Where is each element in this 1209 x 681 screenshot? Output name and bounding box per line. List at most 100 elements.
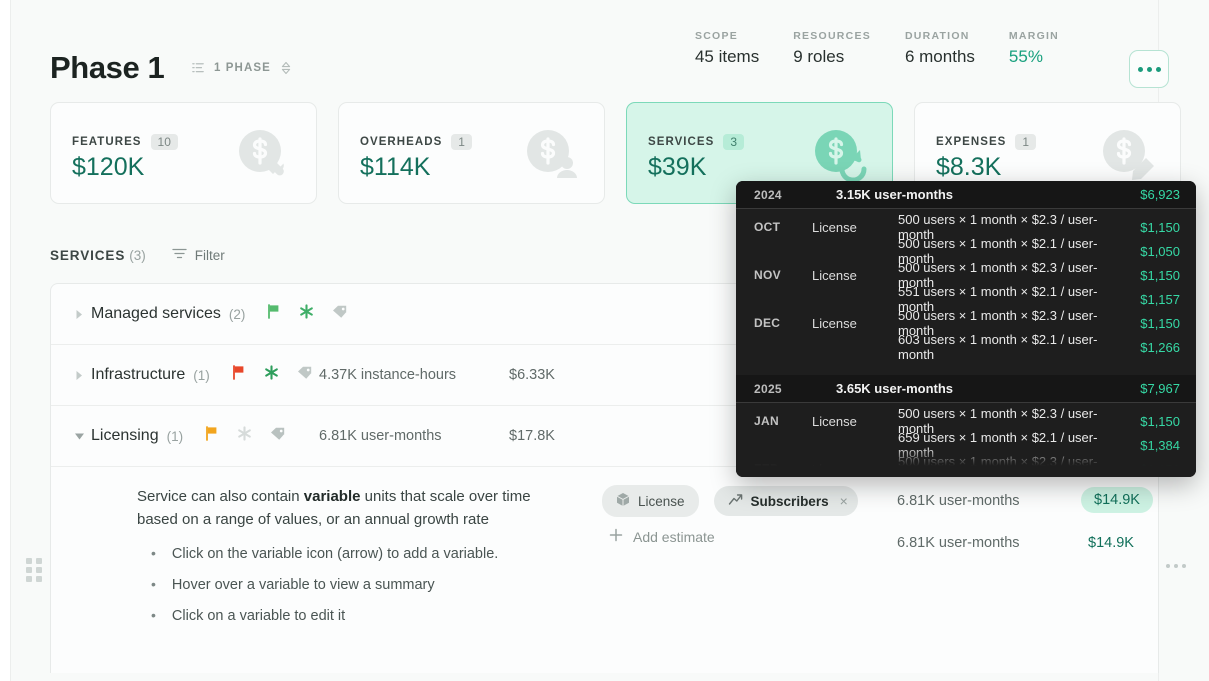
tooltip-amount: $1,150 xyxy=(1126,220,1180,235)
chevron-down-icon[interactable] xyxy=(69,432,89,441)
detail-description: Service can also contain variable units … xyxy=(137,485,557,531)
group-total: $6.33K xyxy=(509,367,555,383)
asterisk-icon[interactable] xyxy=(264,365,279,385)
card-value: $8.3K xyxy=(936,153,1001,182)
app-root: Phase 1 1 PHASE SCOPE 45 items xyxy=(0,0,1209,681)
tooltip-amount: $1,150 xyxy=(1126,414,1180,429)
tooltip-year-units: 3.65K user-months xyxy=(836,381,1140,396)
flag-icon[interactable] xyxy=(232,365,246,385)
card-count-badge: 10 xyxy=(151,134,178,150)
metric-scope: SCOPE 45 items xyxy=(695,30,759,67)
card-value: $114K xyxy=(360,153,430,182)
tooltip-amount: $1,050 xyxy=(1126,244,1180,259)
flag-icon[interactable] xyxy=(267,304,281,324)
tooltip-year-total: $7,967 xyxy=(1140,381,1180,396)
group-icons xyxy=(232,365,313,385)
group-units: 4.37K instance-hours xyxy=(319,367,456,383)
group-icons xyxy=(267,304,348,324)
services-section-header: SERVICES (3) Filter xyxy=(50,247,225,263)
more-options-button[interactable] xyxy=(1129,50,1169,88)
tag-icon[interactable] xyxy=(297,366,313,385)
chevron-updown-icon xyxy=(280,61,292,75)
licensing-detail: Service can also contain variable units … xyxy=(51,467,1158,673)
asterisk-icon[interactable] xyxy=(299,304,314,324)
chip-subscribers[interactable]: Subscribers × xyxy=(714,486,858,516)
metric-duration: DURATION 6 months xyxy=(905,30,975,67)
group-total: $17.8K xyxy=(509,428,555,444)
drag-handle[interactable] xyxy=(26,558,42,582)
card-count-badge: 1 xyxy=(451,134,472,150)
plus-icon xyxy=(609,528,623,545)
tooltip-year-header-2025: 2025 3.65K user-months $7,967 xyxy=(736,375,1196,403)
tooltip-month: OCT xyxy=(754,220,812,234)
flag-icon[interactable] xyxy=(205,426,219,446)
chip-label: Subscribers xyxy=(751,494,829,509)
bullet-text: Hover over a variable to view a summary xyxy=(172,577,435,593)
bullet-dot: • xyxy=(151,607,156,623)
tag-icon[interactable] xyxy=(332,305,348,324)
tooltip-fade-overlay xyxy=(736,447,1196,477)
metric-resources-key: RESOURCES xyxy=(793,30,871,42)
section-title-text: SERVICES xyxy=(50,248,125,263)
tooltip-month: DEC xyxy=(754,316,812,330)
filter-label: Filter xyxy=(195,248,225,263)
dollar-pencil-icon xyxy=(1098,125,1160,187)
section-count: (3) xyxy=(129,248,146,263)
chevron-right-icon[interactable] xyxy=(69,309,89,320)
card-label: OVERHEADS xyxy=(360,136,442,148)
dollar-refresh-icon xyxy=(810,125,872,187)
asterisk-icon[interactable] xyxy=(237,426,252,446)
tooltip-expression: 603 users × 1 month × $2.1 / user-month xyxy=(898,332,1126,362)
card-label: FEATURES xyxy=(72,136,142,148)
metric-resources: RESOURCES 9 roles xyxy=(793,30,871,67)
metric-scope-value: 45 items xyxy=(695,47,759,67)
list-item: • Hover over a variable to view a summary xyxy=(151,576,498,593)
group-name: Managed services xyxy=(91,305,221,323)
summary-card-features[interactable]: FEATURES 10 $120K xyxy=(50,102,317,204)
chevron-right-icon[interactable] xyxy=(69,370,89,381)
detail-intro-bold: variable xyxy=(304,488,361,505)
chip-label: License xyxy=(638,494,685,509)
bullet-dot: • xyxy=(151,576,156,592)
tooltip-year: 2024 xyxy=(754,188,836,202)
metric-margin: MARGIN 55% xyxy=(1009,30,1059,67)
phase-selector-label: 1 PHASE xyxy=(214,62,271,74)
detail-bullet-list: • Click on the variable icon (arrow) to a… xyxy=(151,545,498,638)
add-estimate-label: Add estimate xyxy=(633,529,715,545)
tooltip-month: NOV xyxy=(754,268,812,282)
cube-icon xyxy=(616,492,630,510)
page-header: Phase 1 1 PHASE SCOPE 45 items xyxy=(50,30,1169,86)
group-count: (2) xyxy=(229,307,246,322)
card-key: FEATURES 10 xyxy=(72,134,178,150)
page-title: Phase 1 xyxy=(50,50,164,86)
summary-card-overheads[interactable]: OVERHEADS 1 $114K xyxy=(338,102,605,204)
card-count-badge: 3 xyxy=(723,134,744,150)
group-units: 6.81K user-months xyxy=(319,428,442,444)
list-item: • Click on a variable to edit it xyxy=(151,607,498,624)
dollar-person-icon xyxy=(522,125,584,187)
tooltip-year: 2025 xyxy=(754,382,836,396)
filter-icon xyxy=(172,247,187,263)
filter-button[interactable]: Filter xyxy=(172,247,225,263)
metric-duration-value: 6 months xyxy=(905,47,975,67)
add-estimate-button[interactable]: Add estimate xyxy=(609,528,715,545)
group-count: (1) xyxy=(167,429,184,444)
estimate-chips: License Subscribers × xyxy=(602,485,858,517)
bullet-text: Click on a variable to edit it xyxy=(172,608,345,624)
close-icon[interactable]: × xyxy=(840,493,848,509)
card-key: EXPENSES 1 xyxy=(936,134,1036,150)
bullet-text: Click on the variable icon (arrow) to ad… xyxy=(172,546,498,562)
table-row: 603 users × 1 month × $2.1 / user-month … xyxy=(736,335,1196,359)
row-more-options-icon[interactable] xyxy=(1166,564,1186,568)
metric-scope-key: SCOPE xyxy=(695,30,759,42)
chip-license[interactable]: License xyxy=(602,485,699,517)
tag-icon[interactable] xyxy=(270,427,286,446)
tooltip-item-name: License xyxy=(812,268,898,283)
phase-selector[interactable]: 1 PHASE xyxy=(181,55,302,81)
metric-margin-value: 55% xyxy=(1009,47,1059,67)
header-metrics: SCOPE 45 items RESOURCES 9 roles DURATIO… xyxy=(695,30,1059,67)
metric-resources-value: 9 roles xyxy=(793,47,871,67)
metric-duration-key: DURATION xyxy=(905,30,975,42)
card-value: $39K xyxy=(648,153,706,182)
tooltip-amount: $1,157 xyxy=(1126,292,1180,307)
